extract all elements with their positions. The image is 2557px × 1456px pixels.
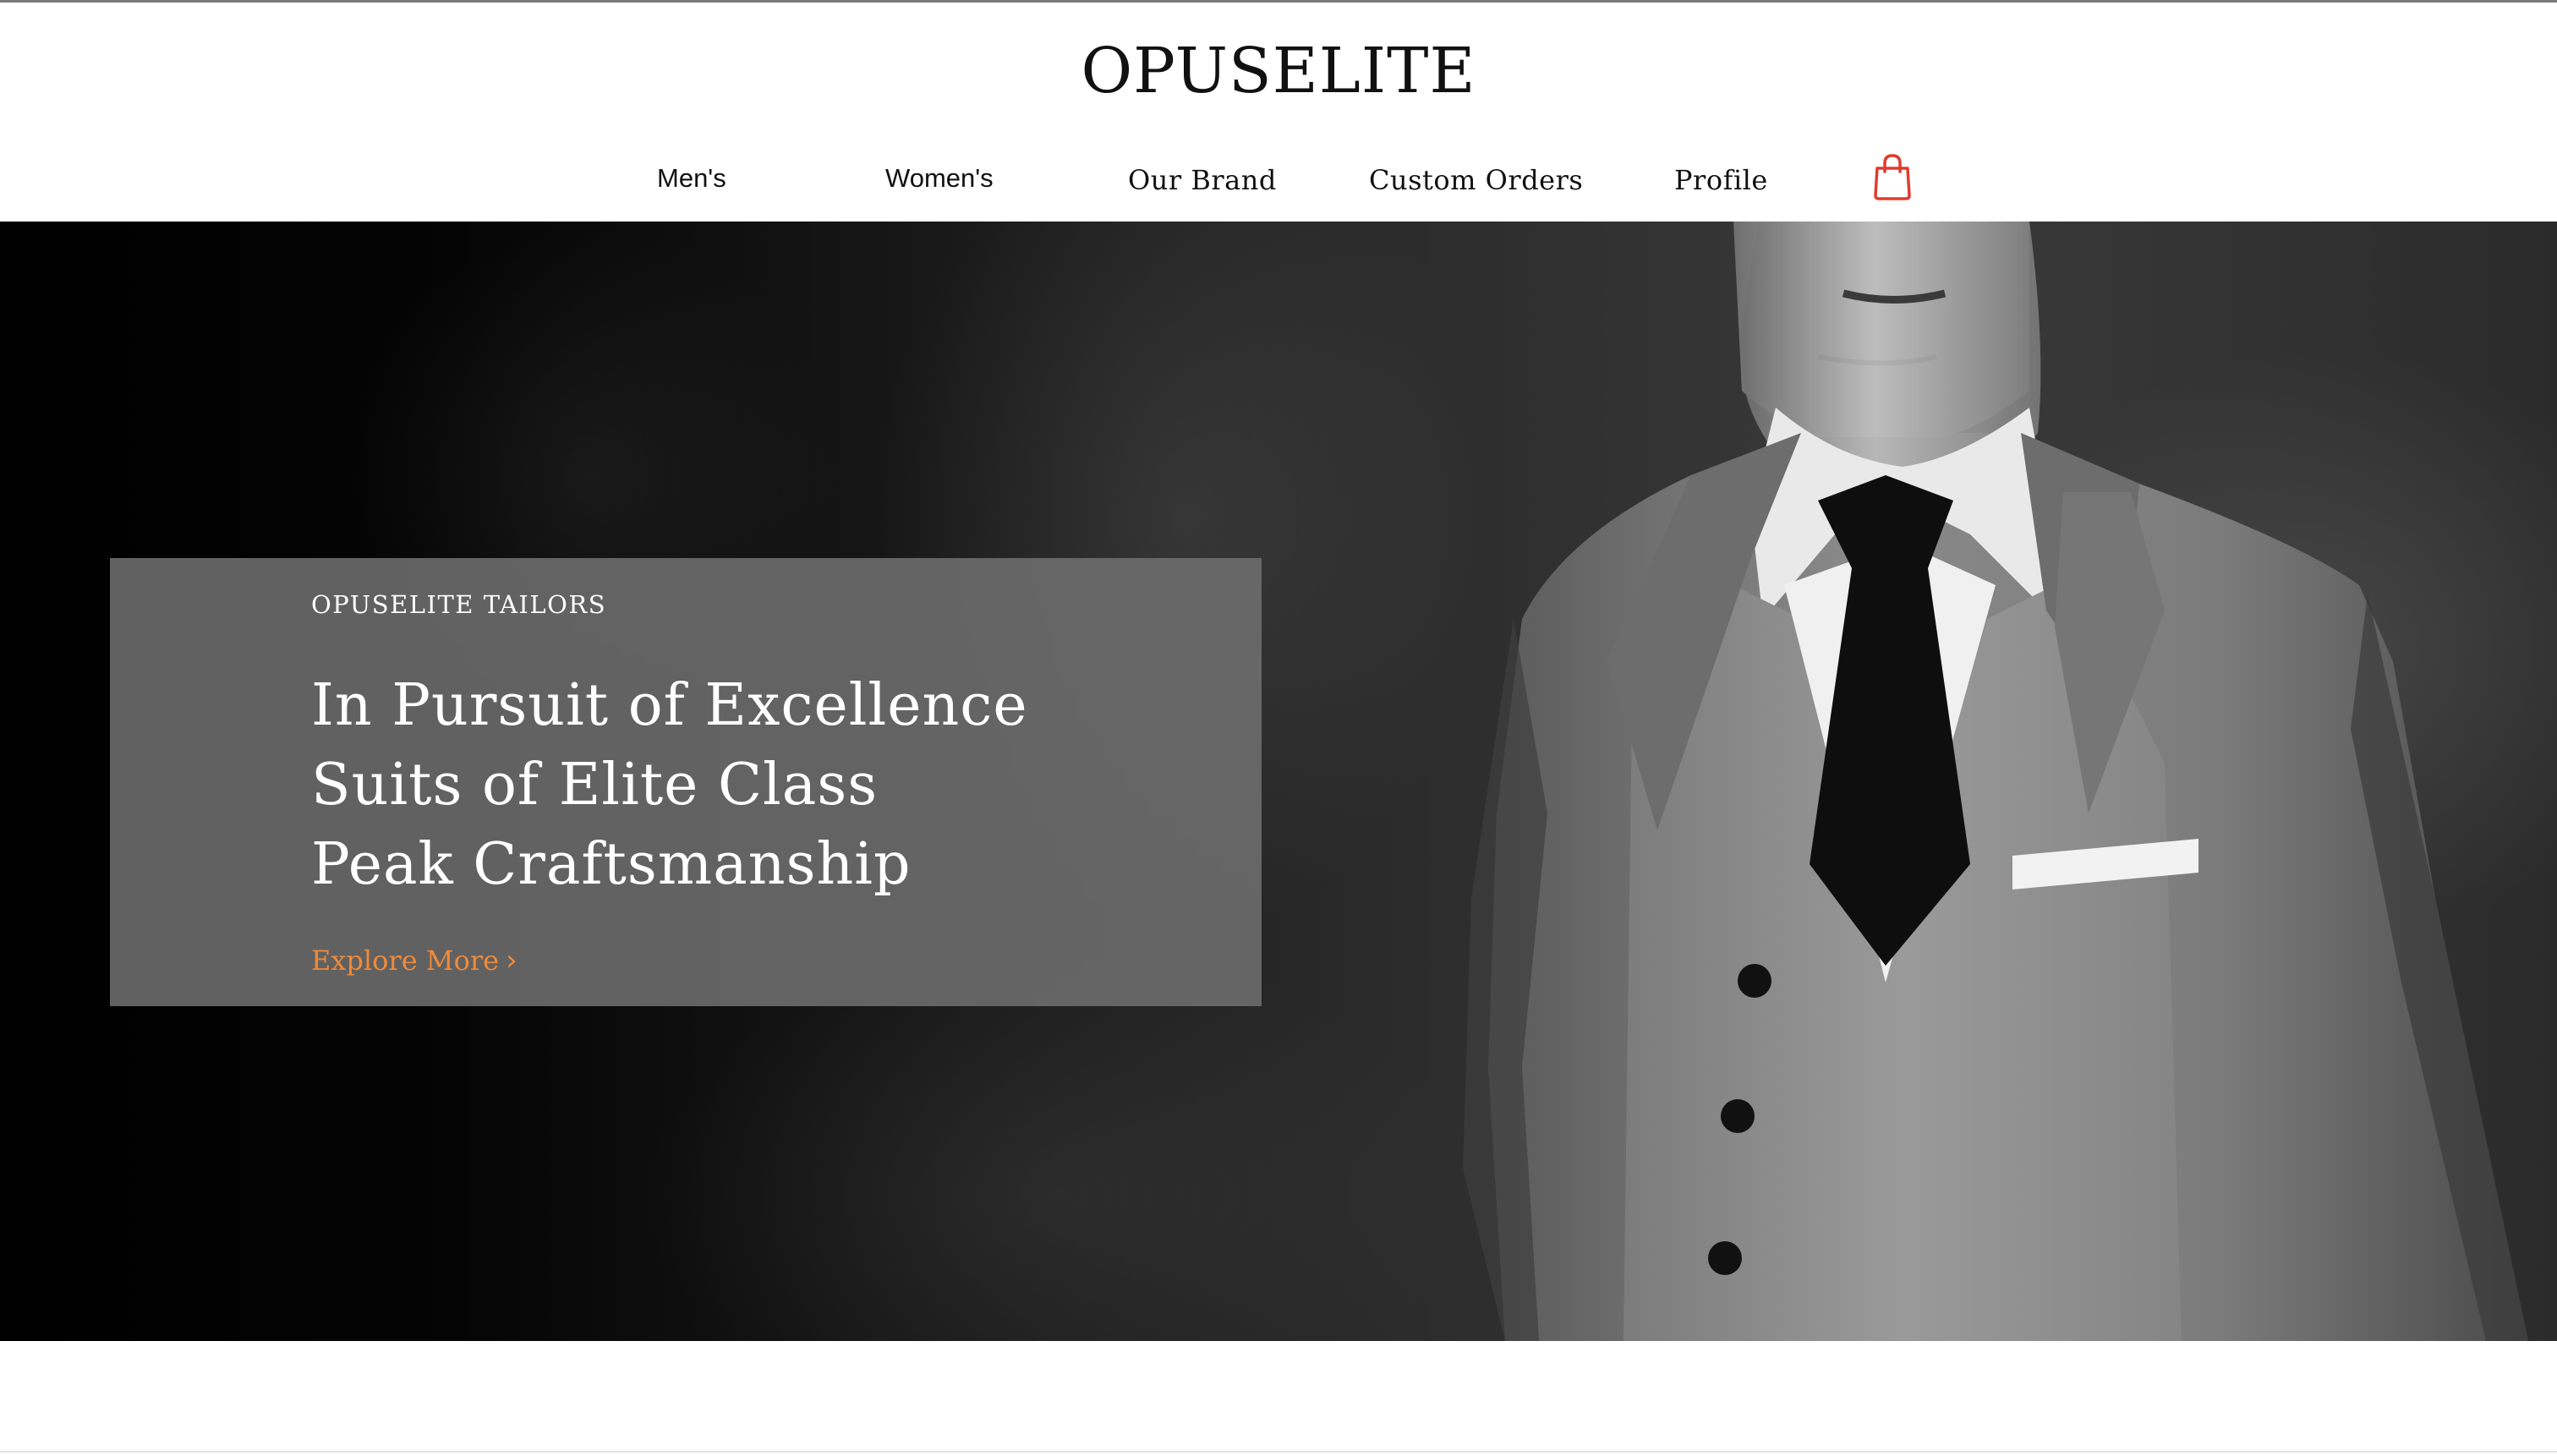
headline-line: Peak Craftsmanship: [311, 831, 912, 898]
main-nav: Men's Women's Our Brand Custom Orders Pr…: [0, 155, 2557, 205]
explore-more-label: Explore More: [311, 944, 500, 977]
explore-more-link[interactable]: Explore More ›: [311, 944, 517, 977]
brand-logo[interactable]: OPUSELITE: [0, 33, 2557, 109]
nav-item-profile[interactable]: Profile: [1674, 155, 1768, 205]
chevron-right-icon: ›: [506, 944, 517, 977]
page-bottom-divider: [0, 1451, 2557, 1453]
headline-line: In Pursuit of Excellence: [311, 672, 1028, 739]
nav-item-womens[interactable]: Women's: [885, 153, 994, 204]
hero-banner: OPUSELITE TAILORS In Pursuit of Excellen…: [0, 222, 2557, 1341]
hero-eyebrow: OPUSELITE TAILORS: [311, 590, 607, 619]
shopping-bag-icon[interactable]: [1872, 153, 1913, 200]
nav-item-custom-orders[interactable]: Custom Orders: [1369, 155, 1583, 205]
nav-item-mens[interactable]: Men's: [657, 153, 726, 204]
hero-headline: In Pursuit of Excellence Suits of Elite …: [311, 666, 1028, 905]
nav-item-our-brand[interactable]: Our Brand: [1128, 155, 1277, 205]
hero-text-card: OPUSELITE TAILORS In Pursuit of Excellen…: [110, 558, 1262, 1006]
site-header: OPUSELITE Men's Women's Our Brand Custom…: [0, 3, 2557, 222]
headline-line: Suits of Elite Class: [311, 752, 879, 818]
